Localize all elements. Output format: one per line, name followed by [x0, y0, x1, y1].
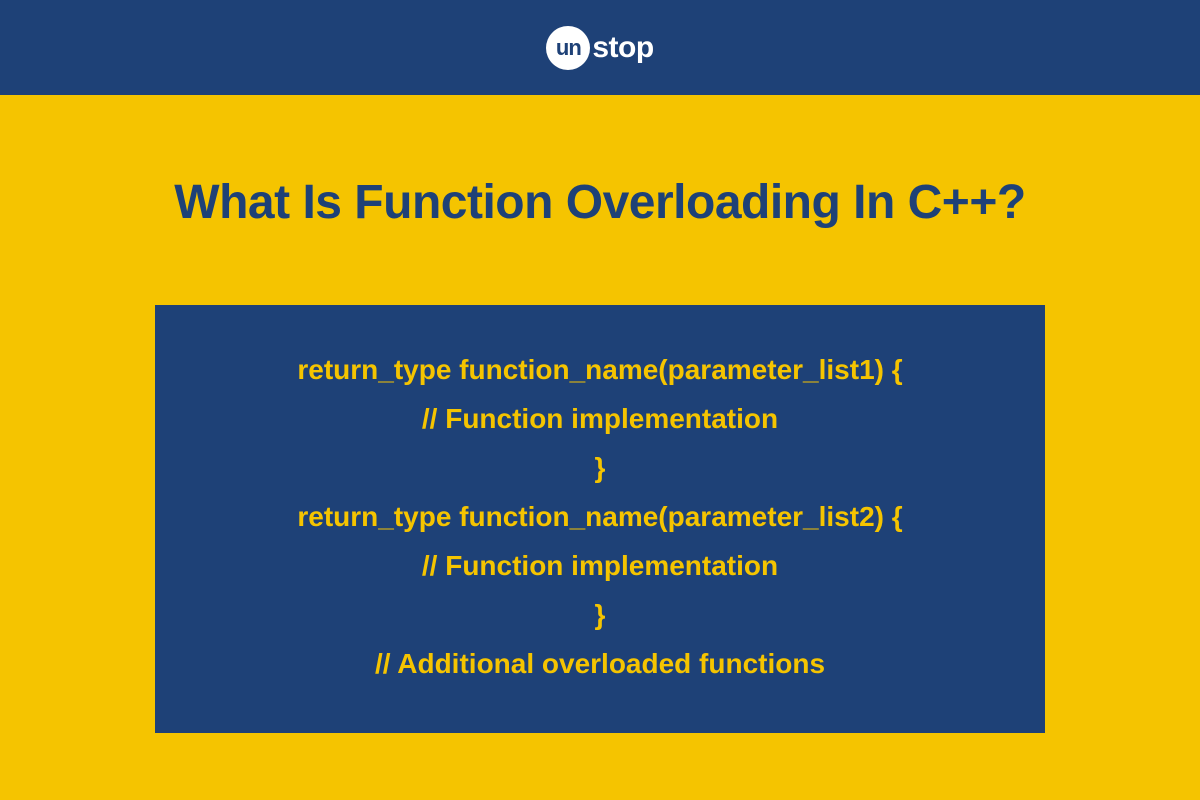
content-area: What Is Function Overloading In C++? ret… [0, 95, 1200, 733]
logo-suffix-text: stop [592, 31, 653, 65]
logo: un stop [546, 26, 653, 70]
code-line: // Function implementation [205, 541, 995, 590]
code-line: // Function implementation [205, 394, 995, 443]
code-line: return_type function_name(parameter_list… [205, 492, 995, 541]
code-line: } [205, 590, 995, 639]
logo-circle: un [546, 26, 590, 70]
code-line: // Additional overloaded functions [205, 639, 995, 688]
header-bar: un stop [0, 0, 1200, 95]
logo-circle-text: un [556, 35, 581, 61]
code-line: } [205, 443, 995, 492]
page-title: What Is Function Overloading In C++? [174, 175, 1025, 230]
code-line: return_type function_name(parameter_list… [205, 345, 995, 394]
code-block: return_type function_name(parameter_list… [155, 305, 1045, 733]
